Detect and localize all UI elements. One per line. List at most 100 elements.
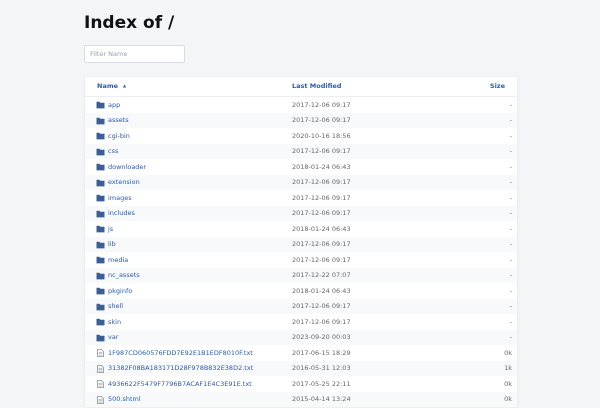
last-modified-cell: 2017-12-06 09:17: [292, 317, 351, 326]
size-cell: -: [509, 302, 512, 310]
folder-link[interactable]: shell: [108, 302, 123, 310]
folder-link[interactable]: downloader: [108, 163, 146, 171]
file-link[interactable]: 500.shtml: [108, 395, 141, 403]
table-row: 4936622F5479F7796B7ACAF1E4C3E91E.txt 2017…: [85, 376, 517, 392]
last-modified-cell: 2015-04-14 13:24: [292, 395, 351, 403]
size-cell: -: [509, 193, 512, 202]
table-row: media 2017-12-06 09:17 -: [85, 252, 517, 268]
folder-link[interactable]: extension: [108, 178, 140, 186]
last-modified-cell: 2017-12-22 07:07: [292, 271, 351, 279]
folder-link[interactable]: pkginfo: [108, 287, 132, 295]
last-modified-cell: 2017-12-06 09:17: [292, 100, 351, 109]
size-cell: 0k: [504, 395, 512, 403]
size-cell: -: [509, 271, 512, 279]
table-row: assets 2017-12-06 09:17 -: [85, 112, 517, 128]
table-row: downloader 2018-01-24 06:43 -: [85, 159, 517, 175]
folder-icon: [96, 117, 105, 124]
table-header: Name ▲ Last Modified Size: [85, 77, 517, 97]
last-modified-cell: 2018-01-24 06:43: [292, 162, 351, 171]
size-cell: -: [509, 317, 512, 326]
last-modified-cell: 2017-12-06 09:17: [292, 209, 351, 217]
folder-link[interactable]: app: [108, 101, 120, 109]
size-cell: -: [509, 100, 512, 109]
table-row: 500.shtml 2015-04-14 13:24 0k: [85, 391, 517, 407]
folder-icon: [96, 148, 105, 155]
folder-icon: [96, 210, 105, 217]
folder-icon: [96, 241, 105, 248]
table-row: extension 2017-12-06 09:17 -: [85, 174, 517, 190]
size-cell: 0k: [504, 348, 512, 357]
folder-link[interactable]: skin: [108, 318, 121, 326]
folder-link[interactable]: lib: [108, 240, 116, 248]
file-icon: [97, 364, 104, 373]
size-cell: -: [509, 162, 512, 171]
folder-link[interactable]: media: [108, 256, 128, 264]
table-row: shell 2017-12-06 09:17 -: [85, 298, 517, 314]
file-icon: [97, 349, 104, 357]
file-link[interactable]: 4936622F5479F7796B7ACAF1E4C3E91E.txt: [108, 380, 252, 388]
table-row: app 2017-12-06 09:17 -: [85, 97, 517, 113]
size-cell: -: [509, 333, 512, 341]
column-header-size[interactable]: Size: [490, 82, 505, 90]
size-cell: -: [509, 209, 512, 217]
folder-icon: [96, 272, 105, 279]
folder-icon: [96, 179, 105, 186]
folder-link[interactable]: assets: [108, 116, 129, 124]
size-cell: -: [509, 240, 512, 248]
last-modified-cell: 2017-12-06 09:17: [292, 240, 351, 248]
table-row: nc_assets 2017-12-22 07:07 -: [85, 267, 517, 283]
last-modified-cell: 2017-12-06 09:17: [292, 193, 351, 202]
last-modified-cell: 2023-09-20 00:03: [292, 333, 351, 341]
table-row: lib 2017-12-06 09:17 -: [85, 236, 517, 252]
page-title: Index of /: [84, 13, 175, 33]
table-row: cgi-bin 2020-10-16 18:56 -: [85, 128, 517, 144]
size-cell: -: [509, 255, 512, 264]
last-modified-cell: 2018-01-24 06:43: [292, 286, 351, 295]
column-header-last-modified[interactable]: Last Modified: [292, 82, 341, 90]
folder-icon: [96, 303, 105, 310]
size-cell: 0k: [504, 379, 512, 388]
folder-icon: [96, 225, 105, 233]
last-modified-cell: 2017-12-06 09:17: [292, 302, 351, 310]
folder-link[interactable]: css: [108, 147, 118, 155]
table-row: skin 2017-12-06 09:17 -: [85, 314, 517, 330]
last-modified-cell: 2017-12-06 09:17: [292, 147, 351, 155]
size-cell: -: [509, 116, 512, 124]
size-cell: 1k: [504, 364, 512, 372]
folder-link[interactable]: nc_assets: [108, 271, 140, 279]
directory-listing: Name ▲ Last Modified Size app 2017-12-06 0…: [84, 76, 518, 408]
folder-icon: [96, 163, 105, 171]
folder-link[interactable]: includes: [108, 209, 135, 217]
folder-icon: [96, 132, 105, 140]
folder-link[interactable]: var: [108, 333, 119, 341]
table-row: 31382F08BA183171D28F978B832E38D2.txt 2016…: [85, 360, 517, 376]
last-modified-cell: 2017-12-06 09:17: [292, 178, 351, 186]
folder-link[interactable]: cgi-bin: [108, 132, 130, 140]
folder-icon: [96, 318, 105, 326]
file-link[interactable]: 1F987CD060576FDD7E92E1B1EDF8010F.txt: [108, 349, 253, 357]
table-row: pkginfo 2018-01-24 06:43 -: [85, 283, 517, 299]
folder-icon: [96, 287, 105, 295]
folder-link[interactable]: images: [108, 194, 132, 202]
folder-icon: [96, 101, 105, 109]
table-body: app 2017-12-06 09:17 - assets 2017-12-06 09:…: [85, 97, 517, 407]
last-modified-cell: 2018-01-24 06:43: [292, 224, 351, 233]
last-modified-cell: 2017-05-25 22:11: [292, 379, 351, 388]
sort-ascending-icon: ▲: [123, 83, 127, 88]
folder-icon: [96, 256, 105, 264]
file-link[interactable]: 31382F08BA183171D28F978B832E38D2.txt: [108, 364, 253, 372]
last-modified-cell: 2016-05-31 12:03: [292, 364, 351, 372]
size-cell: -: [509, 147, 512, 155]
filter-name-input[interactable]: [84, 45, 185, 63]
size-cell: -: [509, 286, 512, 295]
size-cell: -: [509, 224, 512, 233]
table-row: var 2023-09-20 00:03 -: [85, 329, 517, 345]
table-row: 1F987CD060576FDD7E92E1B1EDF8010F.txt 2017…: [85, 345, 517, 361]
last-modified-cell: 2017-12-06 09:17: [292, 116, 351, 124]
column-header-name-label: Name: [97, 82, 119, 90]
table-row: includes 2017-12-06 09:17 -: [85, 205, 517, 221]
folder-link[interactable]: js: [108, 225, 113, 233]
folder-icon: [96, 334, 105, 341]
size-cell: -: [509, 131, 512, 140]
column-header-name[interactable]: Name ▲: [97, 82, 126, 90]
